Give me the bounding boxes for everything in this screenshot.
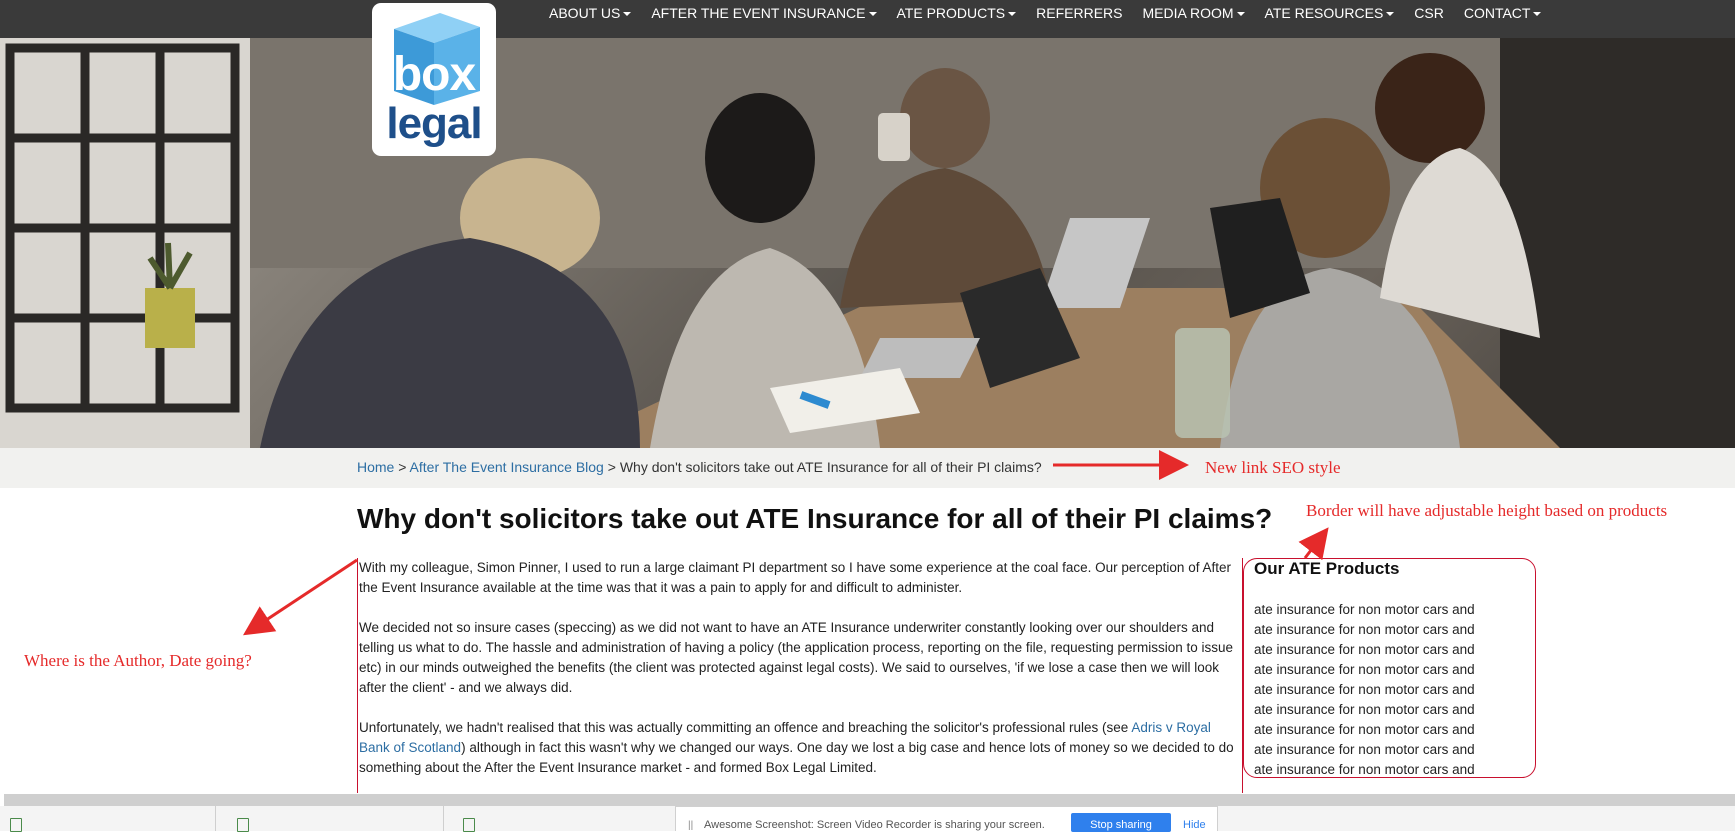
breadcrumb-current: Why don't solicitors take out ATE Insura… bbox=[619, 459, 1042, 475]
article-body: With my colleague, Simon Pinner, I used … bbox=[357, 558, 1243, 793]
ate-products-box: Our ATE Products ate insurance for non m… bbox=[1243, 558, 1536, 778]
article-paragraph: With my colleague, Simon Pinner, I used … bbox=[359, 560, 1231, 595]
nav-item-label: CSR bbox=[1414, 4, 1444, 21]
paragraph-text: ) although in fact this wasn't why we ch… bbox=[359, 740, 1234, 775]
download-item[interactable] bbox=[215, 806, 444, 832]
caret-down-icon bbox=[1533, 11, 1542, 16]
breadcrumb-bar: Home > After The Event Insurance Blog > … bbox=[0, 448, 1735, 488]
horizontal-scrollbar[interactable] bbox=[4, 794, 1735, 806]
breadcrumb-blog-link[interactable]: After The Event Insurance Blog bbox=[410, 459, 604, 475]
file-icon bbox=[463, 818, 475, 832]
file-icon bbox=[237, 818, 249, 832]
screen-share-bar: || Awesome Screenshot: Screen Video Reco… bbox=[675, 806, 1218, 832]
box-legal-logo[interactable]: box legal bbox=[372, 3, 496, 156]
caret-down-icon bbox=[1008, 11, 1017, 16]
hero-image bbox=[0, 38, 1735, 448]
office-team-photo bbox=[0, 38, 1735, 448]
nav-item-label: ATE RESOURCES bbox=[1264, 4, 1384, 21]
product-link[interactable]: ate insurance for non motor cars and bbox=[1254, 620, 1475, 640]
nav-item-about-us[interactable]: ABOUT US bbox=[549, 4, 632, 21]
hide-link[interactable]: Hide bbox=[1183, 819, 1206, 831]
main-menu: ABOUT US AFTER THE EVENT INSURANCE ATE P… bbox=[549, 0, 1561, 25]
nav-item-ate-resources[interactable]: ATE RESOURCES bbox=[1265, 5, 1395, 21]
product-link[interactable]: ate insurance for non motor cars and bbox=[1254, 740, 1475, 760]
logo-word-legal: legal bbox=[386, 99, 482, 148]
stop-sharing-button[interactable]: Stop sharing bbox=[1071, 813, 1171, 832]
share-status-text: Awesome Screenshot: Screen Video Recorde… bbox=[704, 819, 1045, 831]
breadcrumb-home-link[interactable]: Home bbox=[357, 459, 394, 475]
product-link[interactable]: ate insurance for non motor cars and bbox=[1254, 660, 1475, 680]
annotation-author: Where is the Author, Date going? bbox=[24, 651, 252, 670]
top-navigation-bar: ABOUT US AFTER THE EVENT INSURANCE ATE P… bbox=[0, 0, 1735, 38]
product-link[interactable]: ate insurance for non motor cars and bbox=[1254, 760, 1475, 780]
nav-item-csr[interactable]: CSR bbox=[1414, 5, 1444, 21]
breadcrumb: Home > After The Event Insurance Blog > … bbox=[357, 459, 1042, 475]
nav-item-after-the-event-insurance[interactable]: AFTER THE EVENT INSURANCE bbox=[651, 4, 877, 21]
annotation-seo: New link SEO style bbox=[1205, 458, 1341, 477]
drag-handle-icon[interactable]: || bbox=[688, 820, 693, 831]
breadcrumb-separator: > bbox=[603, 459, 620, 475]
arrow-to-author-note bbox=[242, 558, 358, 636]
product-link[interactable]: ate insurance for non motor cars and bbox=[1254, 640, 1475, 660]
logo-word-box: box bbox=[392, 48, 476, 101]
products-title: Our ATE Products bbox=[1254, 559, 1400, 578]
download-item[interactable] bbox=[443, 806, 676, 832]
products-list: ate insurance for non motor cars and ate… bbox=[1254, 600, 1475, 780]
article-paragraph: We decided not so insure cases (speccing… bbox=[359, 620, 1233, 695]
nav-item-label: CONTACT bbox=[1463, 4, 1531, 21]
product-link[interactable]: ate insurance for non motor cars and bbox=[1254, 680, 1475, 700]
arrow-to-border-note bbox=[1298, 527, 1329, 561]
nav-item-label: ABOUT US bbox=[549, 4, 621, 21]
product-link[interactable]: ate insurance for non motor cars and bbox=[1254, 720, 1475, 740]
file-icon bbox=[10, 818, 22, 832]
product-link[interactable]: ate insurance for non motor cars and bbox=[1254, 700, 1475, 720]
product-link[interactable]: ate insurance for non motor cars and bbox=[1254, 600, 1475, 620]
nav-item-ate-products[interactable]: ATE PRODUCTS bbox=[897, 5, 1017, 21]
nav-item-referrers[interactable]: REFERRERS bbox=[1036, 5, 1122, 21]
page-title: Why don't solicitors take out ATE Insura… bbox=[357, 503, 1273, 534]
nav-item-label: MEDIA ROOM bbox=[1142, 4, 1234, 21]
caret-down-icon bbox=[1386, 11, 1395, 16]
caret-down-icon bbox=[1236, 11, 1245, 16]
nav-item-contact[interactable]: CONTACT bbox=[1464, 5, 1542, 21]
nav-item-media-room[interactable]: MEDIA ROOM bbox=[1143, 5, 1245, 21]
nav-item-label: ATE PRODUCTS bbox=[896, 4, 1006, 21]
breadcrumb-separator: > bbox=[394, 459, 410, 475]
nav-item-label: REFERRERS bbox=[1036, 4, 1123, 21]
nav-item-label: AFTER THE EVENT INSURANCE bbox=[651, 4, 866, 21]
paragraph-text: Unfortunately, we hadn't realised that t… bbox=[359, 720, 1132, 735]
annotation-border: Border will have adjustable height based… bbox=[1306, 501, 1668, 520]
caret-down-icon bbox=[868, 11, 877, 16]
article-paragraph: Unfortunately, we hadn't realised that t… bbox=[358, 718, 1242, 778]
download-item[interactable] bbox=[0, 806, 216, 832]
caret-down-icon bbox=[623, 11, 632, 16]
